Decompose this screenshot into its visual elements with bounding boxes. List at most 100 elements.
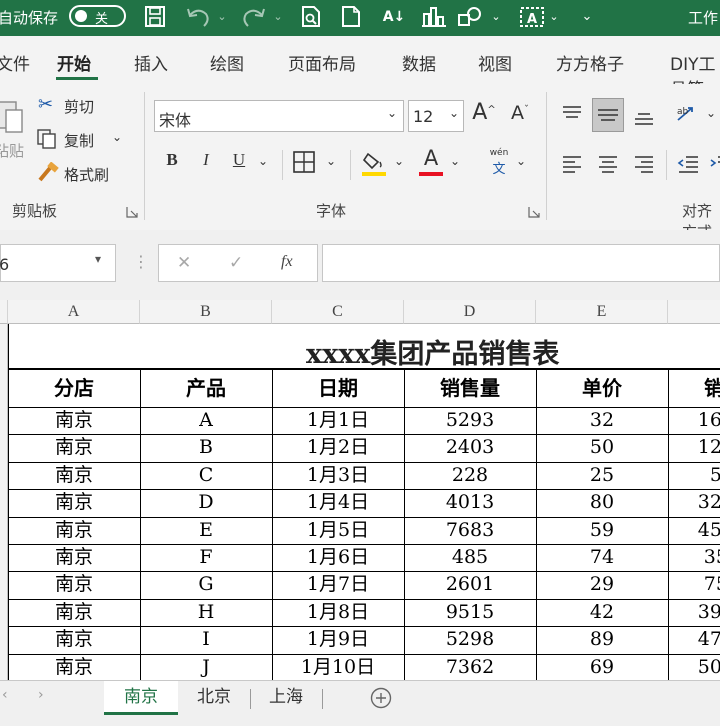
borders-button[interactable] (292, 150, 320, 178)
sheet-tab-beijing[interactable]: 北京 (178, 681, 250, 715)
shapes-icon[interactable] (456, 4, 488, 30)
insert-function-icon[interactable]: fx (281, 253, 293, 271)
scroll-tabs-left-icon[interactable]: ‹ (2, 687, 8, 703)
column-header-e[interactable]: E (536, 300, 668, 324)
header-cell-product[interactable]: 产品 (140, 369, 272, 407)
tab-fangfang[interactable]: 方方格子 (556, 50, 624, 75)
borders-dropdown-icon[interactable]: ⌄ (326, 154, 336, 168)
align-top-button[interactable] (560, 102, 588, 130)
cell-amount[interactable]: 399630 (668, 599, 720, 626)
font-size-combobox[interactable]: 12 ⌄ (408, 100, 464, 132)
column-header-b[interactable]: B (140, 300, 272, 324)
shapes-dropdown-icon[interactable]: ⌄ (490, 4, 502, 30)
cell-branch[interactable]: 南京 (8, 654, 140, 680)
chart-icon[interactable] (420, 4, 448, 30)
cell-amount[interactable]: 75429 (668, 571, 720, 598)
cell-unit-price[interactable]: 80 (536, 489, 668, 516)
align-center-button[interactable] (596, 152, 624, 180)
format-painter-button[interactable]: 格式刷 (36, 162, 126, 186)
shrink-font-button[interactable]: Aˇ (508, 102, 532, 132)
cell-date[interactable]: 1月8日 (272, 599, 404, 626)
italic-button[interactable]: I (194, 150, 218, 180)
select-all-corner[interactable] (0, 300, 8, 324)
cell-date[interactable]: 1月9日 (272, 626, 404, 653)
cell-product[interactable]: J (140, 654, 272, 680)
align-left-button[interactable] (560, 152, 588, 180)
orientation-dropdown-icon[interactable]: ⌄ (706, 106, 716, 120)
cell-date[interactable]: 1月3日 (272, 462, 404, 489)
sheet-tab-nanjing[interactable]: 南京 (104, 681, 178, 715)
tab-data[interactable]: 数据 (402, 50, 436, 75)
phonetic-guide-button[interactable]: wén 文 (484, 148, 514, 180)
text-box-dropdown-icon[interactable]: ⌄ (548, 4, 560, 30)
column-header-a[interactable]: A (8, 300, 140, 324)
redo-icon[interactable] (240, 4, 268, 30)
tab-insert[interactable]: 插入 (134, 50, 168, 75)
grow-font-button[interactable]: A^ (472, 100, 496, 130)
sheet-title-cell[interactable]: xxxx集团产品销售表 (8, 324, 720, 370)
cell-product[interactable]: G (140, 571, 272, 598)
redo-dropdown-icon[interactable]: ⌄ (272, 4, 284, 30)
cell-unit-price[interactable]: 42 (536, 599, 668, 626)
cell-unit-price[interactable]: 59 (536, 517, 668, 544)
header-cell-amount[interactable]: 销售额 (668, 369, 720, 407)
worksheet-grid[interactable]: A B C D E F xxxx集团产品销售表 分店产品日期销售量单价销售额南京… (0, 300, 720, 680)
header-cell-date[interactable]: 日期 (272, 369, 404, 407)
row-headers[interactable] (0, 324, 8, 680)
cell-quantity[interactable]: 2601 (404, 571, 536, 598)
font-color-button[interactable]: A (416, 146, 446, 178)
print-preview-icon[interactable] (298, 4, 324, 30)
cut-button[interactable]: ✂ 剪切 (38, 94, 128, 118)
column-header-f[interactable]: F (668, 300, 720, 324)
cell-amount[interactable]: 35890 (668, 544, 720, 571)
tab-draw[interactable]: 绘图 (210, 50, 244, 75)
formula-input[interactable] (322, 244, 720, 282)
paste-button[interactable]: 粘贴 (0, 96, 24, 160)
cell-date[interactable]: 1月1日 (272, 407, 404, 434)
sort-az-icon[interactable]: A↓ (380, 4, 408, 30)
cell-amount[interactable]: 507978 (668, 654, 720, 680)
cell-unit-price[interactable]: 69 (536, 654, 668, 680)
cell-amount[interactable]: 5700 (668, 462, 720, 489)
cell-quantity[interactable]: 228 (404, 462, 536, 489)
bold-button[interactable]: B (160, 150, 184, 180)
cell-date[interactable]: 1月5日 (272, 517, 404, 544)
cell-date[interactable]: 1月10日 (272, 654, 404, 680)
new-file-icon[interactable] (338, 4, 364, 30)
cell-amount[interactable]: 471522 (668, 626, 720, 653)
underline-dropdown-icon[interactable]: ⌄ (258, 154, 268, 168)
font-launcher-icon[interactable] (528, 206, 540, 218)
align-middle-button[interactable] (592, 98, 624, 132)
cell-product[interactable]: A (140, 407, 272, 434)
tab-file[interactable]: 文件 (0, 50, 30, 75)
cell-product[interactable]: I (140, 626, 272, 653)
font-color-dropdown-icon[interactable]: ⌄ (450, 154, 460, 168)
fill-color-button[interactable] (360, 148, 390, 178)
cell-branch[interactable]: 南京 (8, 517, 140, 544)
underline-button[interactable]: U (226, 150, 252, 180)
scroll-tabs-right-icon[interactable]: › (38, 687, 44, 703)
copy-button[interactable]: 复制 ⌄ (36, 128, 132, 152)
align-bottom-button[interactable] (632, 106, 660, 134)
enter-icon[interactable]: ✓ (229, 253, 243, 273)
cell-unit-price[interactable]: 50 (536, 434, 668, 461)
cell-quantity[interactable]: 2403 (404, 434, 536, 461)
cell-product[interactable]: C (140, 462, 272, 489)
header-cell-unit-price[interactable]: 单价 (536, 369, 668, 407)
cell-unit-price[interactable]: 32 (536, 407, 668, 434)
cell-date[interactable]: 1月2日 (272, 434, 404, 461)
save-icon[interactable] (142, 4, 168, 30)
align-right-button[interactable] (632, 152, 660, 180)
autosave-toggle[interactable]: 关 (69, 5, 126, 27)
cell-amount[interactable]: 169376 (668, 407, 720, 434)
cell-product[interactable]: D (140, 489, 272, 516)
cell-amount[interactable]: 453297 (668, 517, 720, 544)
name-box[interactable]: 6 ▾ (0, 244, 116, 282)
cell-branch[interactable]: 南京 (8, 462, 140, 489)
text-box-icon[interactable]: A (518, 4, 546, 30)
cell-amount[interactable]: 321040 (668, 489, 720, 516)
fill-color-dropdown-icon[interactable]: ⌄ (394, 154, 404, 168)
tab-home[interactable]: 开始 (57, 50, 91, 75)
undo-icon[interactable] (184, 4, 212, 30)
cell-quantity[interactable]: 4013 (404, 489, 536, 516)
